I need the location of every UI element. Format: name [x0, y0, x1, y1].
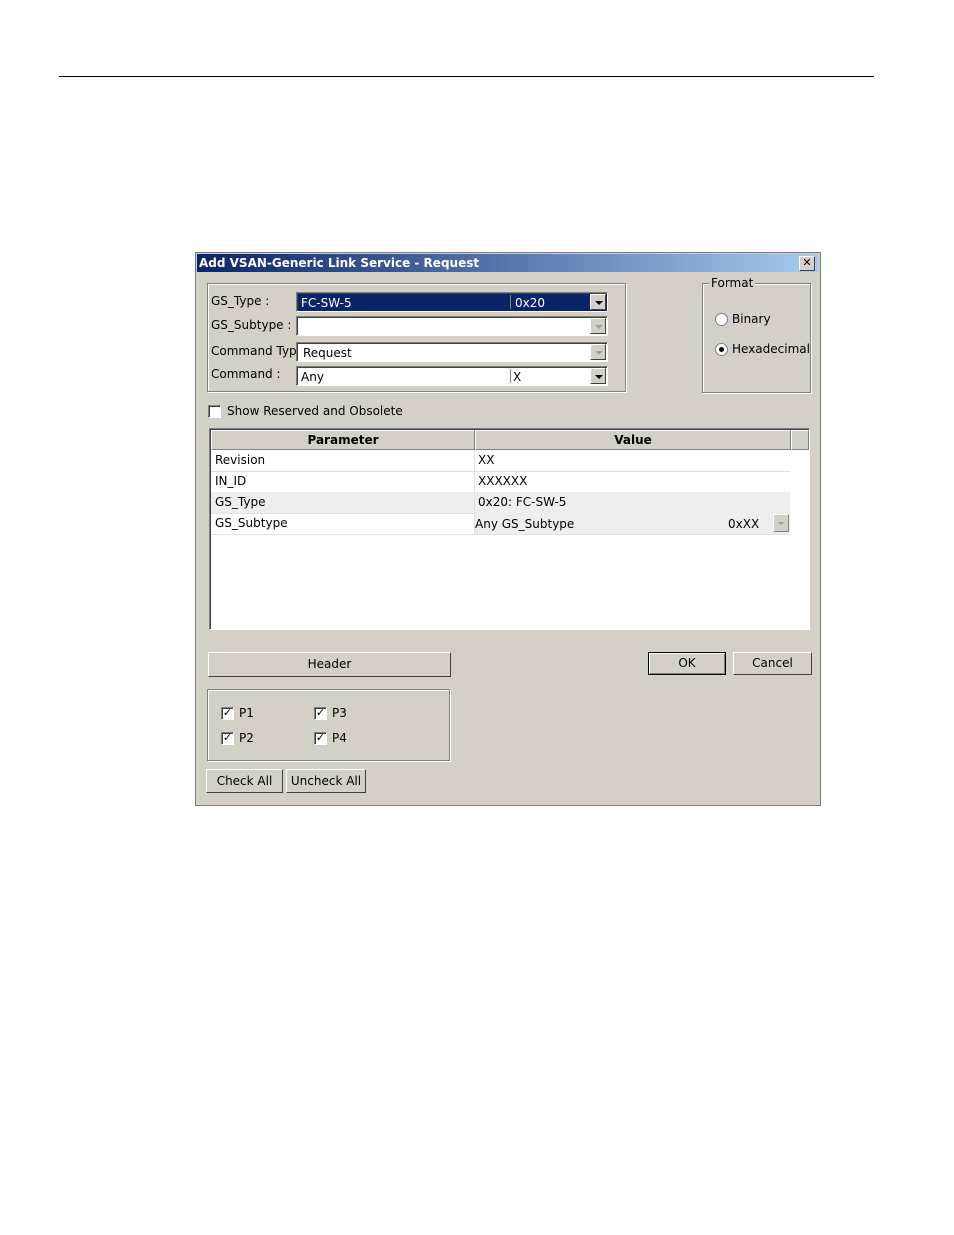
- gs-subtype-select[interactable]: [296, 316, 608, 336]
- binary-radio[interactable]: [715, 313, 728, 326]
- column-header-value[interactable]: Value: [475, 430, 791, 450]
- chevron-down-icon[interactable]: [590, 344, 606, 360]
- show-reserved-checkbox[interactable]: [208, 405, 221, 418]
- table-row[interactable]: GS_Type 0x20: FC-SW-5: [211, 492, 790, 514]
- row-code: 0xXX: [728, 517, 760, 531]
- table-row[interactable]: Revision XX: [211, 450, 790, 472]
- command-code: X: [513, 370, 522, 384]
- p2-label[interactable]: P2: [239, 731, 254, 745]
- header-button[interactable]: Header: [208, 652, 451, 677]
- row-value: XX: [478, 453, 495, 467]
- p2-checkbox[interactable]: ✓: [221, 732, 234, 745]
- table-row[interactable]: GS_Subtype Any GS_Subtype 0xXX: [211, 513, 790, 535]
- command-value: Any: [301, 370, 324, 384]
- column-header-filler: [791, 430, 809, 450]
- row-parameter: Revision: [215, 453, 266, 467]
- p4-label[interactable]: P4: [332, 731, 347, 745]
- p1-checkbox[interactable]: ✓: [221, 707, 234, 720]
- command-type-label: Command Type:: [211, 344, 309, 358]
- uncheck-all-button[interactable]: Uncheck All: [286, 769, 366, 793]
- p1-label[interactable]: P1: [239, 706, 254, 720]
- row-value: Any GS_Subtype: [475, 517, 575, 531]
- add-vsan-dialog: Add VSAN-Generic Link Service - Request …: [195, 252, 821, 806]
- command-type-value: Request: [303, 346, 352, 360]
- table-row[interactable]: IN_ID XXXXXX: [211, 471, 790, 493]
- format-group: [702, 283, 811, 393]
- row-value: XXXXXX: [478, 474, 528, 488]
- combo-divider: [510, 369, 511, 383]
- command-label: Command :: [211, 367, 281, 381]
- check-all-button[interactable]: Check All: [206, 769, 283, 793]
- gs-type-value: FC-SW-5: [301, 296, 352, 310]
- chevron-down-icon[interactable]: [590, 318, 606, 334]
- title-bar[interactable]: Add VSAN-Generic Link Service - Request …: [197, 254, 819, 272]
- dialog-title: Add VSAN-Generic Link Service - Request: [199, 256, 480, 270]
- row-parameter: GS_Subtype: [215, 516, 288, 530]
- show-reserved-label[interactable]: Show Reserved and Obsolete: [227, 404, 403, 418]
- radio-selected-dot: [719, 347, 724, 352]
- binary-label[interactable]: Binary: [732, 312, 771, 326]
- gs-type-select[interactable]: FC-SW-5 0x20: [296, 292, 608, 312]
- command-type-select[interactable]: Request: [296, 342, 608, 362]
- parameter-table[interactable]: Parameter Value Revision XX IN_ID XXXXXX…: [209, 428, 810, 630]
- chevron-down-icon[interactable]: [590, 294, 606, 310]
- close-icon[interactable]: ✕: [799, 256, 815, 271]
- format-legend: Format: [709, 276, 756, 290]
- combo-divider: [510, 295, 511, 309]
- chevron-down-icon[interactable]: [773, 514, 789, 532]
- p3-label[interactable]: P3: [332, 706, 347, 720]
- column-header-parameter[interactable]: Parameter: [211, 430, 475, 450]
- gs-type-code: 0x20: [515, 296, 546, 310]
- ok-button[interactable]: OK: [648, 652, 726, 675]
- page-rule: [59, 76, 874, 77]
- gs-subtype-label: GS_Subtype :: [211, 318, 292, 332]
- command-select[interactable]: Any X: [296, 366, 608, 386]
- cancel-button[interactable]: Cancel: [733, 652, 812, 675]
- chevron-down-icon[interactable]: [590, 368, 606, 384]
- hexadecimal-label[interactable]: Hexadecimal: [732, 342, 810, 356]
- row-parameter: GS_Type: [215, 495, 266, 509]
- cell-divider: [474, 450, 475, 471]
- cell-divider: [474, 471, 475, 492]
- hexadecimal-radio[interactable]: [715, 343, 728, 356]
- ports-group: [207, 689, 450, 761]
- p3-checkbox[interactable]: ✓: [314, 707, 327, 720]
- gs-subtype-value-select[interactable]: Any GS_Subtype 0xXX: [475, 513, 790, 534]
- p4-checkbox[interactable]: ✓: [314, 732, 327, 745]
- row-value: 0x20: FC-SW-5: [478, 495, 567, 509]
- cell-divider: [474, 492, 475, 513]
- row-parameter: IN_ID: [215, 474, 247, 488]
- gs-type-label: GS_Type :: [211, 294, 270, 308]
